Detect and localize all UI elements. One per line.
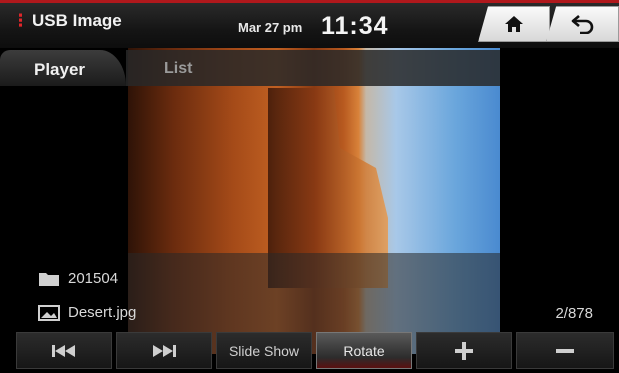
- image-counter: 2/878: [555, 305, 593, 322]
- top-bar: ⋮ USB Image Mar 27 pm 11:34: [0, 0, 619, 48]
- image-file-icon: [38, 304, 60, 321]
- tab-list[interactable]: List: [126, 50, 500, 86]
- control-bar: Slide Show Rotate: [0, 331, 619, 373]
- clock: 11:34: [321, 12, 389, 40]
- tab-player[interactable]: Player: [0, 50, 126, 86]
- slideshow-button[interactable]: Slide Show: [216, 332, 312, 369]
- next-button[interactable]: [116, 332, 212, 369]
- zoom-out-button[interactable]: [516, 332, 614, 369]
- folder-name: 201504: [68, 270, 119, 287]
- plus-icon: [455, 341, 473, 360]
- back-button[interactable]: [546, 6, 619, 42]
- home-button[interactable]: [478, 6, 550, 42]
- folder-icon: [39, 272, 59, 286]
- back-arrow-icon: [571, 15, 593, 34]
- minus-icon: [556, 348, 574, 353]
- previous-button[interactable]: [16, 332, 112, 369]
- tab-bar: Player List: [0, 48, 500, 86]
- app-title-text: USB Image: [32, 11, 122, 30]
- folder-info: 201504: [38, 270, 118, 287]
- skip-previous-icon: [52, 344, 75, 357]
- home-icon: [505, 16, 523, 32]
- zoom-in-button[interactable]: [416, 332, 512, 369]
- file-info: Desert.jpg: [38, 304, 136, 321]
- app-title: ⋮ USB Image: [12, 11, 122, 31]
- date-label: Mar 27 pm: [238, 20, 303, 35]
- skip-next-icon: [153, 344, 176, 357]
- image-viewer[interactable]: [128, 48, 500, 354]
- file-name: Desert.jpg: [68, 304, 137, 321]
- menu-indicator-icon: ⋮: [12, 11, 29, 30]
- rotate-button[interactable]: Rotate: [316, 332, 412, 369]
